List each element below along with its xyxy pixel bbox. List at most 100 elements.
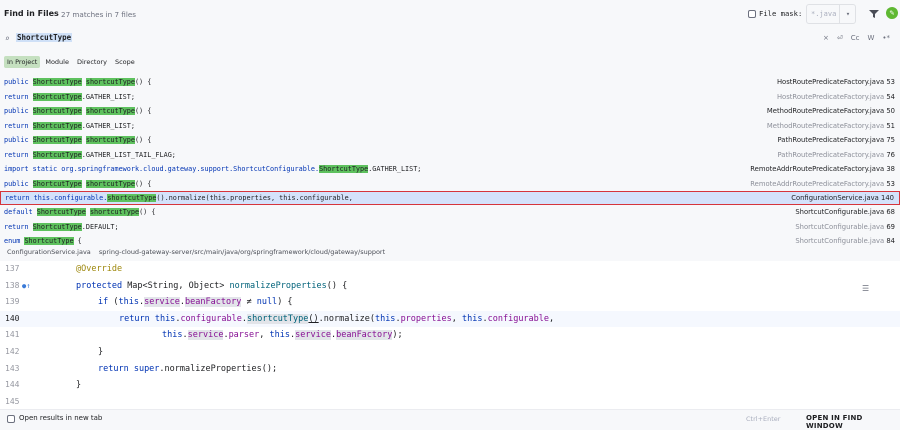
result-file-name: RemoteAddrRoutePredicateFactory.java bbox=[750, 165, 885, 173]
result-text: .GATHER_LIST; bbox=[81, 121, 135, 130]
result-row[interactable]: public ShortcutType shortcutType() {Meth… bbox=[0, 104, 900, 119]
result-text: .GATHER_LIST; bbox=[368, 165, 422, 173]
whole-words-toggle[interactable]: W bbox=[867, 34, 874, 42]
footer: Open results in new tab Ctrl+Enter OPEN … bbox=[0, 409, 900, 430]
result-row[interactable]: return ShortcutType.GATHER_LIST; HostRout… bbox=[0, 90, 900, 105]
regex-toggle[interactable]: •* bbox=[882, 34, 890, 42]
code-line: 144} bbox=[0, 377, 900, 394]
match-highlight: ShortcutType bbox=[319, 165, 369, 173]
match-highlight: shortcutType bbox=[85, 78, 135, 86]
chevron-down-icon[interactable]: ▾ bbox=[839, 4, 856, 24]
file-mask-checkbox[interactable] bbox=[748, 9, 756, 18]
result-row[interactable]: return ShortcutType.GATHER_LIST; MethodRo… bbox=[0, 119, 900, 134]
result-file-name: ShortcutConfigurable.java bbox=[795, 237, 885, 245]
code-line: 143 return super.normalizeProperties(); bbox=[0, 361, 900, 378]
result-row[interactable]: public ShortcutType shortcutType() {Remo… bbox=[0, 177, 900, 192]
result-file-name: MethodRoutePredicateFactory.java bbox=[766, 107, 885, 115]
result-file-name: PathRoutePredicateFactory.java bbox=[777, 136, 885, 144]
clear-icon[interactable]: × bbox=[823, 34, 829, 42]
reader-mode-icon[interactable]: ☰ bbox=[862, 284, 872, 294]
code-preview[interactable]: 137 @Override 138 ●↑ protected Map<String, … bbox=[0, 261, 900, 409]
match-highlight: ShortcutType bbox=[32, 136, 82, 144]
result-suffix: () { bbox=[134, 136, 152, 144]
match-highlight: ShortcutType bbox=[32, 78, 82, 86]
result-file-name: PathRoutePredicateFactory.java bbox=[777, 150, 885, 159]
match-highlight: ShortcutType bbox=[32, 179, 82, 188]
result-prefix: public bbox=[4, 179, 33, 188]
match-highlight: ShortcutType bbox=[32, 121, 82, 130]
tab-directory[interactable]: Directory bbox=[74, 56, 110, 68]
filter-icon[interactable] bbox=[869, 9, 879, 19]
match-highlight: shortcutType bbox=[89, 208, 140, 216]
open-new-tab-checkbox[interactable] bbox=[7, 415, 15, 423]
search-input[interactable]: ShortcutType bbox=[16, 33, 73, 42]
match-highlight: shortcutType bbox=[85, 179, 135, 188]
result-file-name: HostRoutePredicateFactory.java bbox=[776, 92, 885, 101]
result-prefix: public bbox=[4, 136, 33, 144]
override-gutter-icon[interactable]: ●↑ bbox=[22, 278, 30, 295]
result-line-number: 140 bbox=[881, 194, 894, 202]
result-row[interactable]: return ShortcutType.DEFAULT; ShortcutConf… bbox=[0, 220, 900, 235]
result-text: ().normalize(this.properties, this.confi… bbox=[156, 194, 353, 202]
result-line-number: 76 bbox=[886, 150, 895, 159]
result-suffix: () { bbox=[139, 208, 156, 216]
result-file: PathRoutePredicateFactory.java 75 bbox=[777, 133, 895, 148]
result-row-selected[interactable]: return this.configurable.shortcutType().… bbox=[0, 191, 900, 205]
result-file: HostRoutePredicateFactory.java 54 bbox=[777, 90, 895, 105]
result-line-number: 68 bbox=[886, 208, 895, 216]
code-line: 137 @Override bbox=[0, 261, 900, 278]
new-line-icon[interactable]: ⏎ bbox=[837, 34, 843, 42]
tab-module[interactable]: Module bbox=[42, 56, 72, 68]
result-line-number: 75 bbox=[886, 136, 895, 144]
result-row[interactable]: public ShortcutType shortcutType() {Host… bbox=[0, 75, 900, 90]
match-highlight: shortcutType bbox=[85, 136, 135, 144]
result-file-name: RemoteAddrRoutePredicateFactory.java bbox=[750, 179, 885, 188]
code-line: 145 bbox=[0, 394, 900, 411]
result-row[interactable]: return ShortcutType.GATHER_LIST_TAIL_FLA… bbox=[0, 148, 900, 163]
result-line-number: 50 bbox=[886, 107, 895, 115]
result-prefix: public bbox=[4, 78, 33, 86]
result-row[interactable]: public ShortcutType shortcutType() { Path… bbox=[0, 133, 900, 148]
result-row[interactable]: default ShortcutType shortcutType() { Sho… bbox=[0, 205, 900, 220]
result-prefix: return this.configurable. bbox=[5, 194, 108, 202]
result-file-name: MethodRoutePredicateFactory.java bbox=[766, 121, 885, 130]
scope-tabs: In Project Module Directory Scope bbox=[0, 54, 138, 70]
result-file: MethodRoutePredicateFactory.java 51 bbox=[767, 119, 895, 134]
line-number: 138 bbox=[5, 280, 20, 290]
result-line-number: 69 bbox=[886, 222, 895, 231]
result-text: .DEFAULT; bbox=[81, 222, 119, 231]
match-case-toggle[interactable]: Cc bbox=[851, 34, 860, 42]
result-line-number: 84 bbox=[886, 237, 895, 245]
result-file: ShortcutConfigurable.java 68 bbox=[795, 205, 895, 220]
result-row[interactable]: import static org.springframework.cloud.… bbox=[0, 162, 900, 177]
line-number: 143 bbox=[5, 363, 20, 373]
tab-in-project[interactable]: In Project bbox=[4, 56, 41, 68]
result-file: RemoteAddrRoutePredicateFactory.java 53 bbox=[750, 177, 895, 192]
result-file-name: HostRoutePredicateFactory.java bbox=[776, 78, 885, 86]
search-bar[interactable]: ⌕ ShortcutType × ⏎ Cc W •* bbox=[0, 28, 900, 50]
result-file: MethodRoutePredicateFactory.java 50 bbox=[767, 104, 895, 119]
result-file: ShortcutConfigurable.java 69 bbox=[795, 220, 895, 235]
result-file-name: ShortcutConfigurable.java bbox=[795, 222, 885, 231]
line-number: 144 bbox=[5, 380, 20, 390]
preview-directory: spring-cloud-gateway-server/src/main/jav… bbox=[98, 248, 386, 256]
file-mask-label: File mask: bbox=[759, 9, 803, 18]
result-file: PathRoutePredicateFactory.java 76 bbox=[777, 148, 895, 163]
result-file: ShortcutConfigurable.java 84 bbox=[795, 234, 895, 249]
result-text: { bbox=[73, 237, 82, 245]
line-number: 142 bbox=[5, 346, 20, 356]
result-text: .GATHER_LIST; bbox=[81, 92, 135, 101]
result-suffix: () { bbox=[134, 107, 152, 115]
results-list: public ShortcutType shortcutType() {Host… bbox=[0, 75, 900, 249]
result-line-number: 53 bbox=[886, 78, 895, 86]
result-prefix: return bbox=[4, 222, 33, 231]
pin-icon[interactable]: ✎ bbox=[886, 7, 898, 19]
tab-scope[interactable]: Scope bbox=[112, 56, 138, 68]
result-prefix: default bbox=[4, 208, 37, 216]
match-highlight: ShortcutType bbox=[36, 208, 86, 216]
file-mask-toggle[interactable]: File mask: bbox=[748, 9, 802, 18]
preview-path: ConfigurationService.java spring-cloud-g… bbox=[0, 248, 900, 260]
code-line: 141 this.service.parser, this.service.bea… bbox=[0, 327, 900, 344]
open-in-find-window-button[interactable]: OPEN IN FIND WINDOW bbox=[806, 414, 900, 430]
result-row[interactable]: enum ShortcutType {ShortcutConfigurable.… bbox=[0, 234, 900, 249]
